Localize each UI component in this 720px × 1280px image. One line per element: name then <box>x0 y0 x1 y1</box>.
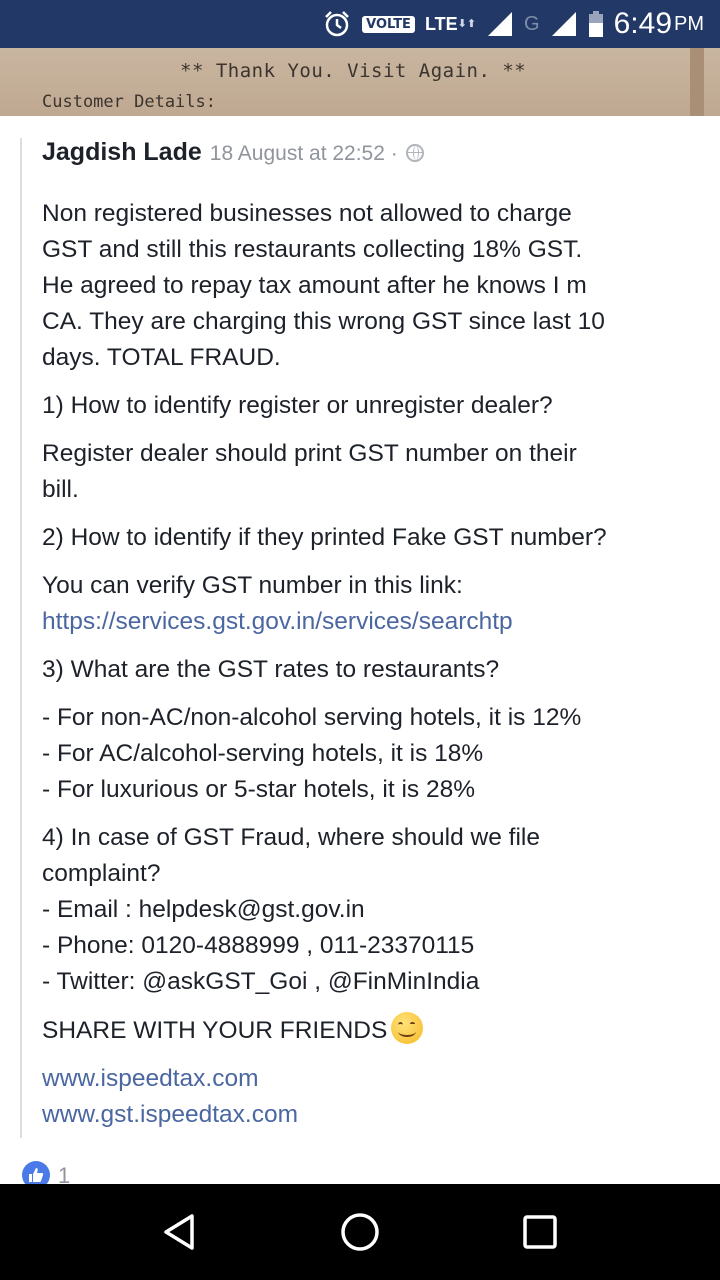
paragraph: 3) What are the GST rates to restaurants… <box>42 652 692 688</box>
text-line: You can verify GST number in this link: <box>42 572 463 599</box>
network-g-label: G <box>524 12 540 35</box>
text-line: 2) How to identify if they printed Fake … <box>42 524 607 551</box>
signal-icon <box>486 10 514 38</box>
comment-timestamp[interactable]: 18 August at 22:52 · <box>210 142 398 166</box>
gst-ispeedtax-link[interactable]: www.gst.ispeedtax.com <box>42 1097 692 1133</box>
text-line: 4) In case of GST Fraud, where should we… <box>42 824 540 851</box>
paragraph: Register dealer should print GST number … <box>42 436 692 508</box>
share-line: SHARE WITH YOUR FRIENDS <box>42 1012 692 1049</box>
text-line: - For AC/alcohol-serving hotels, it is 1… <box>42 740 484 767</box>
paragraph: - For non-AC/non-alcohol serving hotels,… <box>42 700 692 808</box>
text-line: - Twitter: @askGST_Goi , @FinMinIndia <box>42 968 480 995</box>
receipt-edge <box>690 48 704 116</box>
paragraph: Non registered businesses not allowed to… <box>42 196 692 376</box>
text-line: 1) How to identify register or unregiste… <box>42 392 553 419</box>
text-line: - Email : helpdesk@gst.gov.in <box>42 896 365 923</box>
back-icon[interactable] <box>150 1202 210 1262</box>
signal-icon <box>550 10 578 38</box>
text-line: complaint? <box>42 860 161 887</box>
recents-icon[interactable] <box>510 1202 570 1262</box>
comment-header: Jagdish Lade 18 August at 22:52 · <box>42 138 692 172</box>
paragraph: 4) In case of GST Fraud, where should we… <box>42 820 692 1000</box>
navigation-bar <box>0 1184 720 1280</box>
text-line: - For luxurious or 5-star hotels, it is … <box>42 776 475 803</box>
text-line: days. TOTAL FRAUD. <box>42 344 281 371</box>
smiling-face-icon <box>391 1012 424 1044</box>
comment-body: Non registered businesses not allowed to… <box>42 196 692 1133</box>
paragraph: SHARE WITH YOUR FRIENDS <box>42 1012 692 1049</box>
text-line: - For non-AC/non-alcohol serving hotels,… <box>42 704 582 731</box>
paragraph: 2) How to identify if they printed Fake … <box>42 520 692 556</box>
globe-icon <box>405 144 424 162</box>
share-text: SHARE WITH YOUR FRIENDS <box>42 1017 388 1044</box>
like-count[interactable]: 1 <box>58 1163 70 1184</box>
lte-label: LTE <box>424 14 458 34</box>
gst-search-link[interactable]: https://services.gst.gov.in/services/sea… <box>42 604 692 640</box>
text-line: 3) What are the GST rates to restaurants… <box>42 656 500 683</box>
battery-icon <box>588 10 604 38</box>
status-bar: VOLTE LTE ⬇⬆ G 6:49 PM <box>0 0 720 48</box>
data-arrows-icon: ⬇⬆ <box>457 18 477 30</box>
clock-time: 6:49 <box>613 7 672 40</box>
paragraph: www.ispeedtax.com www.gst.ispeedtax.com <box>42 1061 692 1133</box>
reactions-row[interactable]: 1 <box>22 1158 70 1184</box>
thread-line <box>20 138 22 1138</box>
text-line: Register dealer should print GST number … <box>42 440 577 467</box>
home-icon[interactable] <box>330 1202 390 1262</box>
lte-indicator: LTE ⬇⬆ <box>424 14 477 34</box>
text-line: bill. <box>42 476 79 503</box>
author-name[interactable]: Jagdish Lade <box>42 138 202 167</box>
text-line: Non registered businesses not allowed to… <box>42 200 572 227</box>
like-icon <box>22 1161 50 1184</box>
text-line: - Phone: 0120-4888999 , 011-23370115 <box>42 932 475 959</box>
alarm-icon <box>322 9 352 39</box>
paragraph: You can verify GST number in this link: … <box>42 568 692 640</box>
paragraph: 1) How to identify register or unregiste… <box>42 388 692 424</box>
receipt-thanks-text: ** Thank You. Visit Again. ** <box>180 60 527 82</box>
receipt-image[interactable]: ** Thank You. Visit Again. ** Customer D… <box>0 48 720 116</box>
volte-badge: VOLTE <box>362 15 415 33</box>
text-line: He agreed to repay tax amount after he k… <box>42 272 587 299</box>
text-line: CA. They are charging this wrong GST sin… <box>42 308 605 335</box>
clock-ampm: PM <box>674 12 704 35</box>
comment: Jagdish Lade 18 August at 22:52 · Non re… <box>42 138 692 1133</box>
clock: 6:49 PM <box>614 7 704 41</box>
receipt-customer-details: Customer Details: <box>42 92 216 112</box>
ispeedtax-link[interactable]: www.ispeedtax.com <box>42 1061 692 1097</box>
text-line: GST and still this restaurants collectin… <box>42 236 583 263</box>
